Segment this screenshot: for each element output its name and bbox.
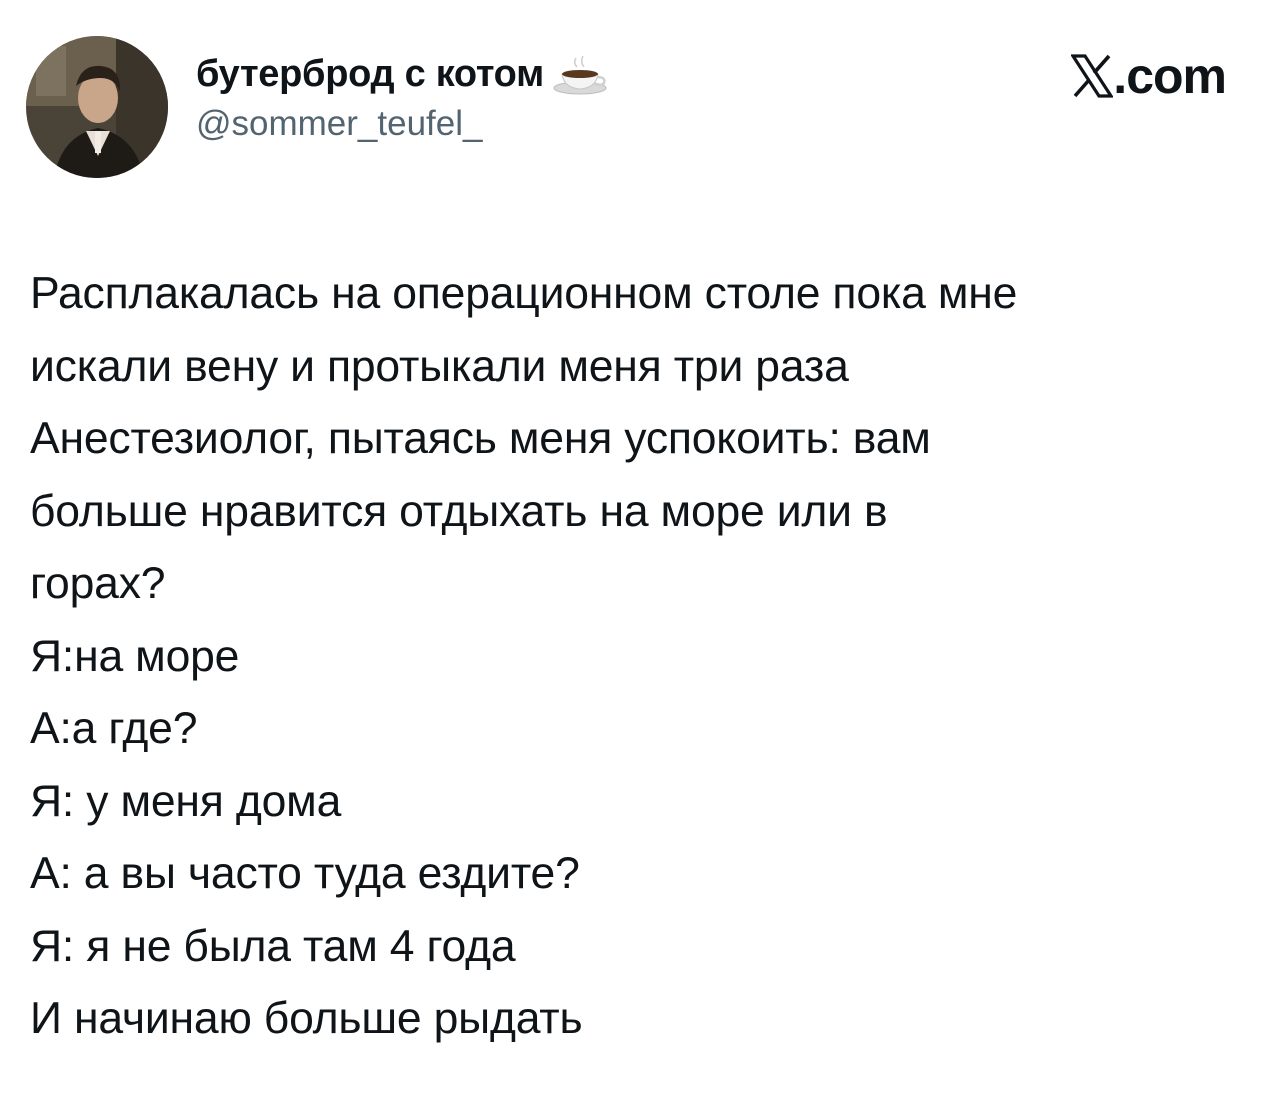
- tweet-line: А:а где?: [30, 704, 198, 753]
- tweet-line: А: а вы часто туда ездите?: [30, 849, 580, 898]
- tweet-line: горах?: [30, 559, 166, 608]
- tweet-line: искали вену и протыкали меня три раза: [30, 341, 849, 391]
- tweet-header: бутерброд с котом @sommer_teufel_ .com: [0, 0, 1284, 200]
- author-name-row[interactable]: бутерброд с котом: [196, 50, 608, 98]
- x-logo-icon: [1070, 54, 1115, 98]
- avatar-photo: [26, 36, 168, 178]
- brand-text: .com: [1113, 48, 1227, 104]
- avatar[interactable]: [26, 36, 168, 178]
- brand-logo: .com: [1070, 48, 1227, 104]
- tweet-line: больше нравится отдыхать на море или в: [30, 486, 888, 536]
- display-name[interactable]: бутерброд с котом: [196, 53, 544, 96]
- coffee-cup-icon: [550, 52, 608, 96]
- tweet-line: Анестезиолог, пытаясь меня успокоить: ва…: [30, 414, 931, 463]
- tweet-text: Расплакалась на операционном столе пока …: [30, 258, 1262, 1056]
- tweet-line: Расплакалась на операционном столе пока …: [30, 269, 1018, 318]
- tweet-line: И начинаю больше рыдать: [30, 994, 583, 1043]
- tweet-line: Я: я не была там 4 года: [30, 921, 516, 971]
- tweet-line: Я:на море: [30, 631, 240, 681]
- tweet-line: Я: у меня дома: [30, 776, 342, 826]
- author-handle[interactable]: @sommer_teufel_: [196, 104, 482, 144]
